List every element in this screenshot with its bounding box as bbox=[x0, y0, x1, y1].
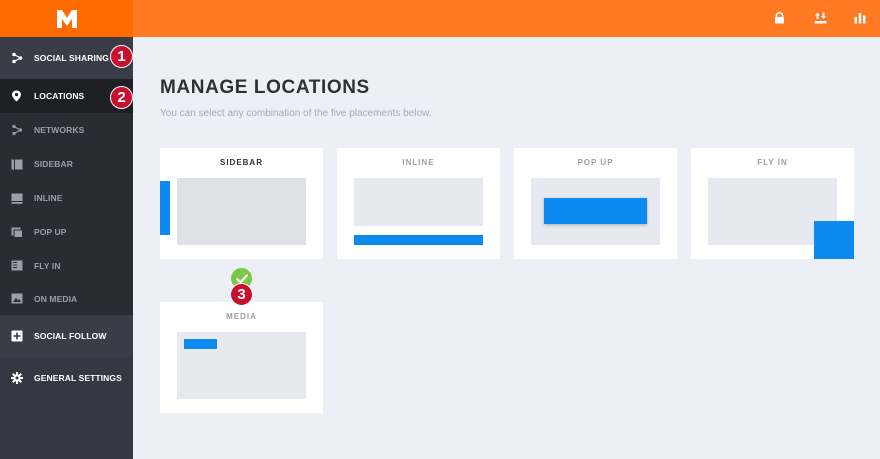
location-card-inline[interactable]: INLINE bbox=[337, 148, 500, 259]
card-label: FLY IN bbox=[757, 158, 788, 167]
sidebar-item-label: FLY IN bbox=[34, 260, 61, 271]
logo[interactable] bbox=[0, 0, 133, 37]
location-card-sidebar[interactable]: SIDEBAR bbox=[160, 148, 323, 259]
location-card-fly-in[interactable]: FLY IN bbox=[691, 148, 854, 259]
page-title: MANAGE LOCATIONS bbox=[160, 77, 370, 98]
location-card-pop-up[interactable]: POP UP bbox=[514, 148, 677, 259]
sidebar-item-fly-in[interactable]: FLY IN bbox=[0, 249, 133, 282]
annotation-badge-2: 2 bbox=[110, 86, 133, 109]
top-bar bbox=[133, 0, 880, 37]
plus-square-icon bbox=[10, 330, 23, 343]
sidebar-item-label: GENERAL SETTINGS bbox=[34, 373, 122, 383]
annotation-badge-1: 1 bbox=[110, 45, 133, 68]
sidebar-item-label: SIDEBAR bbox=[34, 159, 73, 169]
page-subtitle: You can select any combination of the fi… bbox=[160, 108, 432, 119]
sidebar-item-on-media[interactable]: ON MEDIA bbox=[0, 282, 133, 315]
gear-icon bbox=[10, 372, 23, 385]
sidebar-item-label: INLINE bbox=[34, 193, 63, 203]
card-label: INLINE bbox=[402, 158, 435, 167]
sidebar-preview-bar bbox=[160, 181, 170, 235]
card-label: POP UP bbox=[577, 158, 614, 167]
annotation-badge-3: 3 bbox=[230, 283, 253, 306]
media-preview-bar bbox=[184, 339, 217, 349]
card-label: SIDEBAR bbox=[219, 158, 263, 167]
flyin-preview-box bbox=[814, 221, 854, 259]
import-export-icon[interactable] bbox=[813, 11, 827, 25]
popup-layout-icon bbox=[10, 226, 23, 239]
sidebar-item-social-follow[interactable]: SOCIAL FOLLOW bbox=[0, 315, 133, 357]
network-icon bbox=[10, 124, 23, 137]
lock-icon[interactable] bbox=[772, 11, 786, 25]
sidebar-item-label: SOCIAL FOLLOW bbox=[34, 331, 107, 341]
inline-preview bbox=[354, 178, 483, 226]
inline-layout-icon bbox=[10, 192, 23, 205]
card-label: MEDIA bbox=[226, 312, 257, 321]
sidebar-item-label: NETWORKS bbox=[34, 125, 85, 135]
sidebar-item-inline[interactable]: INLINE bbox=[0, 181, 133, 215]
sidebar-layout-icon bbox=[10, 158, 23, 171]
m-logo-icon bbox=[56, 9, 77, 28]
sidebar-item-networks[interactable]: NETWORKS bbox=[0, 113, 133, 147]
sidebar-item-pop-up[interactable]: POP UP bbox=[0, 215, 133, 249]
sidebar-item-sidebar[interactable]: SIDEBAR bbox=[0, 147, 133, 181]
image-icon bbox=[10, 292, 23, 305]
sidebar-item-label: SOCIAL SHARING bbox=[34, 53, 109, 63]
sidebar-item-label: LOCATIONS bbox=[34, 91, 85, 101]
flyin-layout-icon bbox=[10, 259, 23, 272]
sidebar-item-label: ON MEDIA bbox=[34, 293, 78, 304]
popup-preview-box bbox=[544, 198, 647, 224]
sidebar-preview bbox=[177, 178, 306, 245]
location-card-media[interactable]: MEDIA bbox=[160, 302, 323, 413]
share-icon bbox=[10, 52, 23, 65]
location-pin-icon bbox=[10, 90, 23, 103]
stats-icon[interactable] bbox=[853, 11, 867, 25]
sidebar-item-label: POP UP bbox=[34, 227, 67, 237]
inline-preview-bar bbox=[354, 235, 483, 245]
sidebar-item-general-settings[interactable]: GENERAL SETTINGS bbox=[0, 357, 133, 399]
